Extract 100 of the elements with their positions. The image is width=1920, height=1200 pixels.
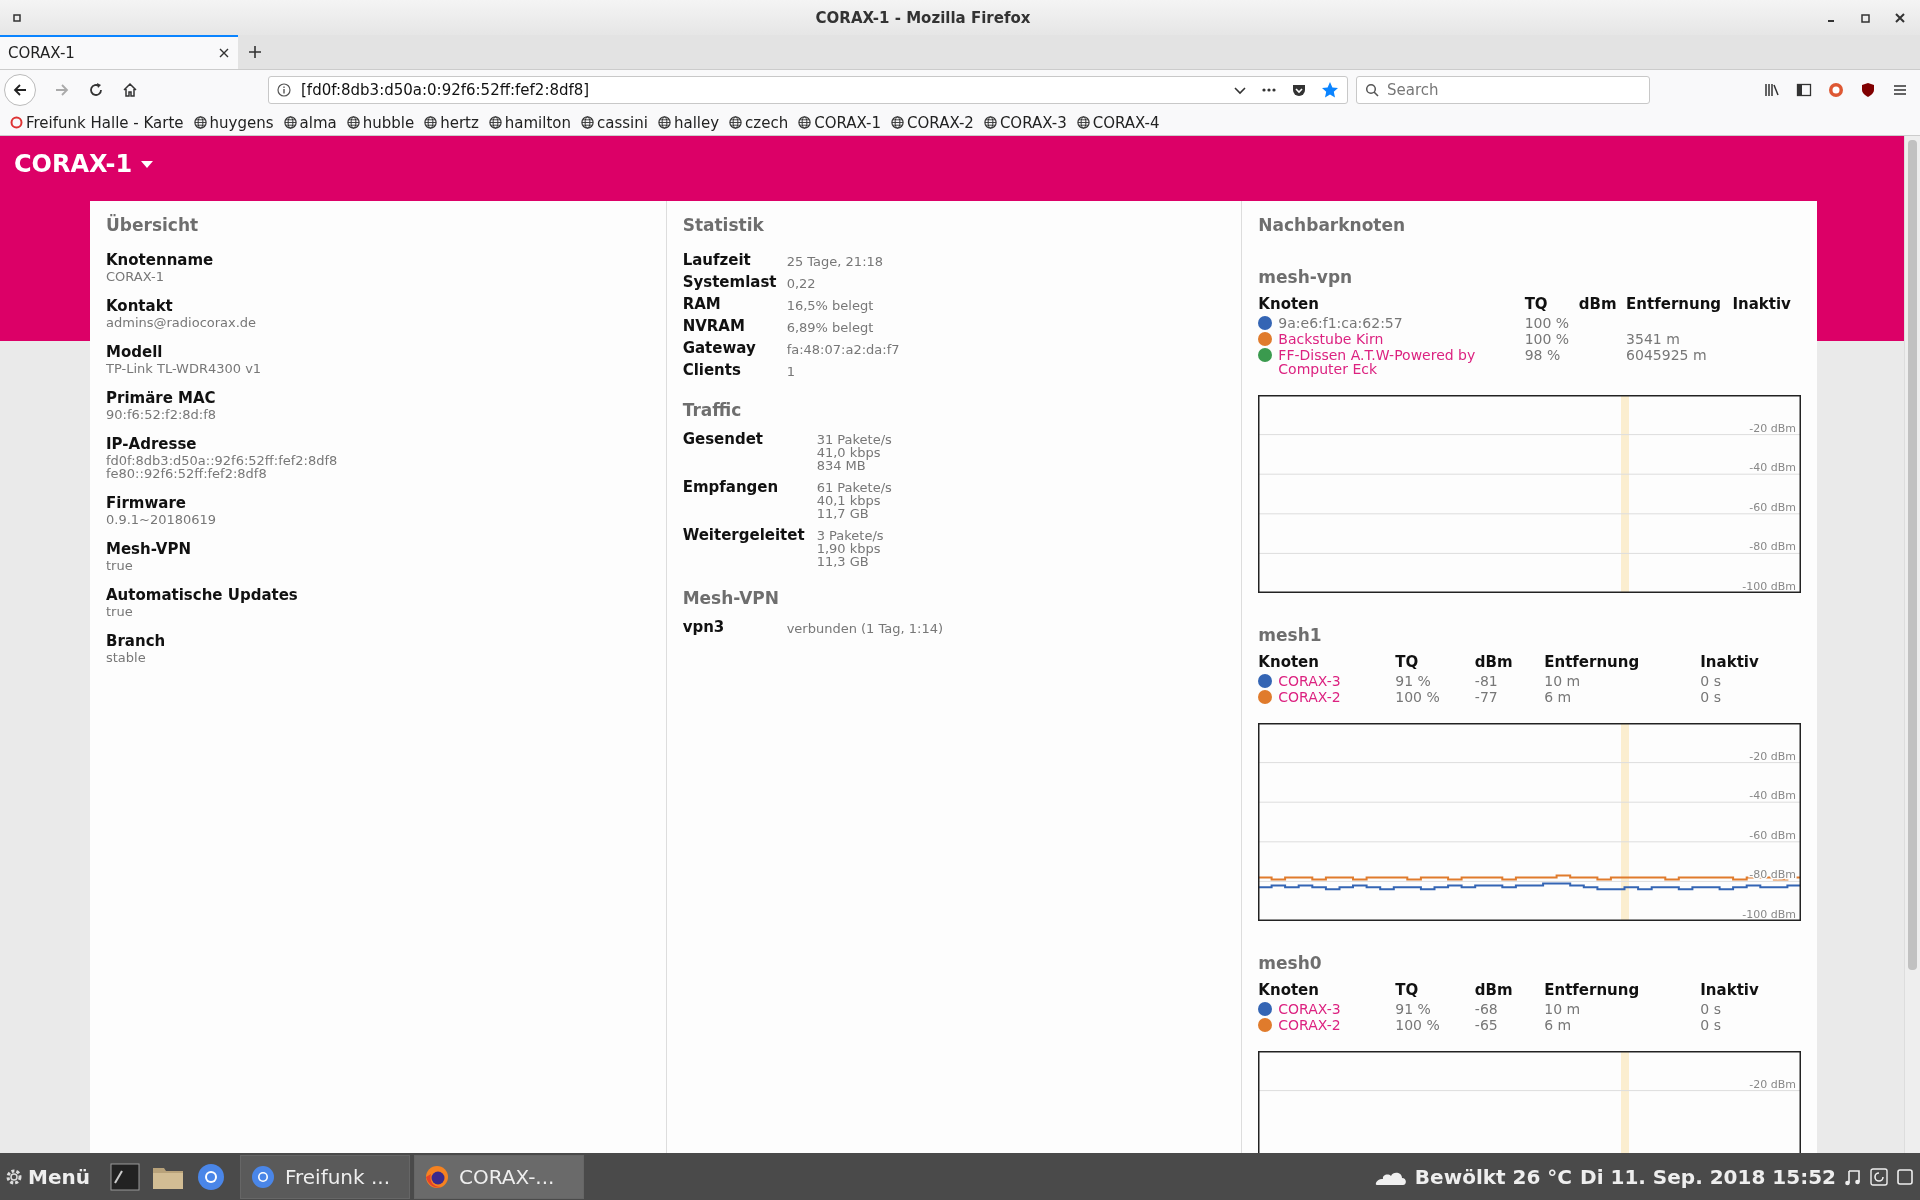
- axis-label: -40 dBm: [1749, 461, 1797, 475]
- table-cell: -65: [1474, 1017, 1498, 1033]
- globe-icon: [346, 116, 360, 129]
- globe-icon: [729, 116, 743, 129]
- new-tab-icon[interactable]: [247, 44, 263, 60]
- start-menu-button[interactable]: Menü: [0, 1164, 98, 1189]
- table-cell: 0 s: [1700, 689, 1721, 705]
- terminal-icon[interactable]: [109, 1162, 140, 1191]
- column-header: TQ: [1395, 981, 1475, 1001]
- bookmark-item[interactable]: alma: [283, 113, 337, 132]
- column-header: Entfernung: [1544, 653, 1641, 673]
- node-link[interactable]: Backstube Kirn: [1278, 332, 1384, 346]
- field-value: true: [106, 605, 134, 618]
- table-cell: 6 m: [1544, 689, 1572, 705]
- field-value: admins@radiocorax.de: [106, 316, 258, 329]
- scrollbar[interactable]: [1904, 136, 1920, 1153]
- address-field[interactable]: [fd0f:8db3:d50a:0:92f6:52ff:fef2:8df8]: [268, 76, 1348, 104]
- info-icon: [277, 83, 291, 97]
- globe-icon: [891, 116, 905, 129]
- stat-label: Clients: [682, 361, 742, 380]
- close-icon[interactable]: [218, 47, 230, 59]
- stat-value: 11,7 GB: [816, 507, 869, 520]
- url-text: [fd0f:8db3:d50a:0:92f6:52ff:fef2:8df8]: [301, 81, 591, 99]
- column-header: Entfernung: [1626, 295, 1723, 315]
- shield-icon[interactable]: [1860, 82, 1876, 98]
- table-cell: 100 %: [1524, 315, 1570, 331]
- bookmark-item[interactable]: CORAX-4: [1076, 113, 1160, 132]
- interface-heading: mesh-vpn: [1258, 267, 1354, 287]
- globe-icon: [424, 116, 438, 129]
- globe-icon: [657, 116, 671, 129]
- home-icon[interactable]: [122, 82, 138, 98]
- column-header: Inaktiv: [1700, 981, 1760, 1001]
- table-cell: 6045925 m: [1626, 347, 1707, 363]
- node-link[interactable]: CORAX-3: [1278, 1002, 1341, 1016]
- globe-icon: [1076, 116, 1090, 129]
- column-header: Entfernung: [1544, 981, 1641, 1001]
- taskbar-button[interactable]: CORAX-...: [413, 1154, 584, 1199]
- star-icon[interactable]: [1321, 81, 1339, 99]
- sidebar-icon[interactable]: [1796, 82, 1812, 98]
- update-icon[interactable]: [1870, 1167, 1888, 1186]
- column-header: TQ: [1395, 653, 1475, 673]
- bookmark-item[interactable]: huygens: [193, 113, 274, 132]
- scrollbar-thumb[interactable]: [1908, 140, 1917, 970]
- bookmark-item[interactable]: CORAX-1: [798, 113, 882, 132]
- column-header: dBm: [1474, 653, 1514, 673]
- bookmark-item[interactable]: CORAX-2: [891, 113, 974, 132]
- duck-icon[interactable]: [1828, 82, 1844, 98]
- window-list-icon[interactable]: [1896, 1167, 1914, 1186]
- node-link[interactable]: CORAX-2: [1278, 1018, 1341, 1032]
- stat-value: 16,5% belegt: [786, 298, 875, 314]
- browser-icon[interactable]: [195, 1161, 226, 1192]
- music-note-icon[interactable]: [1844, 1167, 1862, 1186]
- table-cell: 6 m: [1544, 1017, 1572, 1033]
- bookmark-item[interactable]: hertz: [424, 113, 479, 132]
- browser-tab[interactable]: CORAX-1: [0, 35, 238, 69]
- taskbar-button[interactable]: Freifunk ...: [239, 1154, 410, 1199]
- section-heading: Mesh-VPN: [682, 588, 780, 608]
- stat-label: vpn3: [682, 618, 726, 637]
- section-heading: Übersicht: [106, 215, 200, 235]
- bookmark-item[interactable]: hubble: [346, 113, 415, 132]
- column-header: TQ: [1524, 295, 1579, 315]
- menu-icon[interactable]: [1892, 82, 1908, 98]
- field-value: fe80::92f6:52ff:fef2:8df8: [106, 467, 268, 480]
- table-cell: 100 %: [1524, 331, 1570, 347]
- stat-value: 834 MB: [816, 459, 867, 472]
- reload-icon[interactable]: [88, 82, 104, 98]
- field-value: 90:f6:52:f2:8d:f8: [106, 408, 218, 421]
- library-icon[interactable]: [1764, 82, 1780, 98]
- field-label: Branch: [106, 632, 167, 651]
- bookmark-item[interactable]: hamilton: [488, 113, 572, 132]
- bookmark-item[interactable]: cassini: [581, 113, 648, 132]
- table-cell: 10 m: [1544, 673, 1581, 689]
- stat-value: 1,90 kbps: [816, 542, 881, 555]
- node-link[interactable]: CORAX-3: [1278, 674, 1341, 688]
- pocket-icon[interactable]: [1291, 82, 1307, 98]
- axis-label: -40 dBm: [1749, 789, 1797, 803]
- browser-icon: [250, 1164, 275, 1189]
- stat-label: Empfangen: [682, 478, 780, 498]
- node-selector[interactable]: CORAX-1: [14, 150, 155, 178]
- globe-icon: [983, 116, 997, 129]
- node-name: 9a:e6:f1:ca:62:57: [1278, 315, 1403, 331]
- field-label: Automatische Updates: [106, 586, 299, 605]
- weather-text: Bewölkt 26 °C: [1414, 1164, 1573, 1189]
- site-icon: [10, 116, 23, 129]
- table-cell: 100 %: [1395, 689, 1440, 705]
- stat-value: 25 Tage, 21:18: [786, 254, 885, 270]
- bookmark-item[interactable]: halley: [657, 113, 720, 132]
- stat-value: verbunden (1 Tag, 1:14): [786, 621, 945, 637]
- axis-label: -20 dBm: [1749, 1077, 1797, 1091]
- column-header: Knoten: [1258, 981, 1396, 1001]
- node-link[interactable]: FF-Dissen A.T.W-Powered by Computer Eck: [1278, 348, 1509, 376]
- globe-icon: [193, 116, 207, 129]
- search-field[interactable]: Search: [1356, 76, 1650, 104]
- node-link[interactable]: CORAX-2: [1278, 690, 1341, 704]
- stat-value: 3 Pakete/s: [816, 529, 885, 542]
- bookmark-item[interactable]: Freifunk Halle - Karte: [10, 113, 184, 132]
- bookmark-item[interactable]: CORAX-3: [983, 113, 1067, 132]
- stat-label: NVRAM: [682, 317, 746, 336]
- back-button[interactable]: [4, 74, 36, 106]
- bookmark-item[interactable]: czech: [729, 113, 789, 132]
